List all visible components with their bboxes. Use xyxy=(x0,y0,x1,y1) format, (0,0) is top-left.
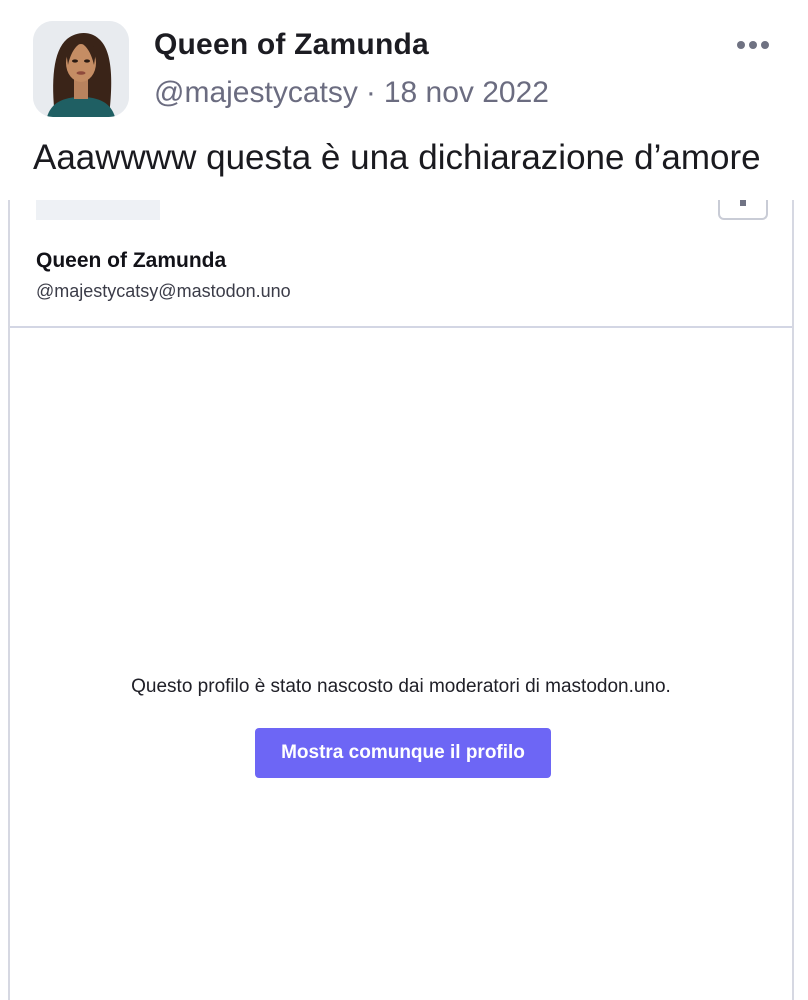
avatar-image xyxy=(33,21,129,117)
embed-corner-button xyxy=(718,200,768,220)
embed-profile-handle: @majestycatsy@mastodon.uno xyxy=(36,281,291,301)
meta-separator: · xyxy=(365,76,376,109)
author-handle[interactable]: @majestycatsy xyxy=(154,76,358,109)
post-date[interactable]: 18 nov 2022 xyxy=(384,76,549,109)
show-profile-button[interactable]: Mostra comunque il profilo xyxy=(255,728,551,778)
page: Queen of Zamunda @majestycatsy · 18 nov 20… xyxy=(0,0,808,1000)
embed-profile-name: Queen of Zamunda xyxy=(36,249,227,272)
more-options-button[interactable] xyxy=(728,30,778,60)
ellipsis-icon xyxy=(749,41,757,49)
divider xyxy=(10,326,792,328)
author-meta: @majestycatsy · 18 nov 2022 xyxy=(154,76,549,110)
square-icon xyxy=(740,200,746,206)
author-name[interactable]: Queen of Zamunda xyxy=(154,28,429,62)
post-text: Aaawwww questa è una dichiarazione d’amo… xyxy=(33,138,761,177)
embedded-screenshot: Queen of Zamunda @majestycatsy@mastodon.… xyxy=(8,200,794,1000)
hidden-profile-message: Questo profilo è stato nascosto dai mode… xyxy=(131,676,671,697)
post-header: Queen of Zamunda @majestycatsy · 18 nov 20… xyxy=(0,0,808,177)
ellipsis-icon xyxy=(761,41,769,49)
avatar[interactable] xyxy=(33,21,129,117)
placeholder-bar xyxy=(36,200,160,220)
ellipsis-icon xyxy=(737,41,745,49)
